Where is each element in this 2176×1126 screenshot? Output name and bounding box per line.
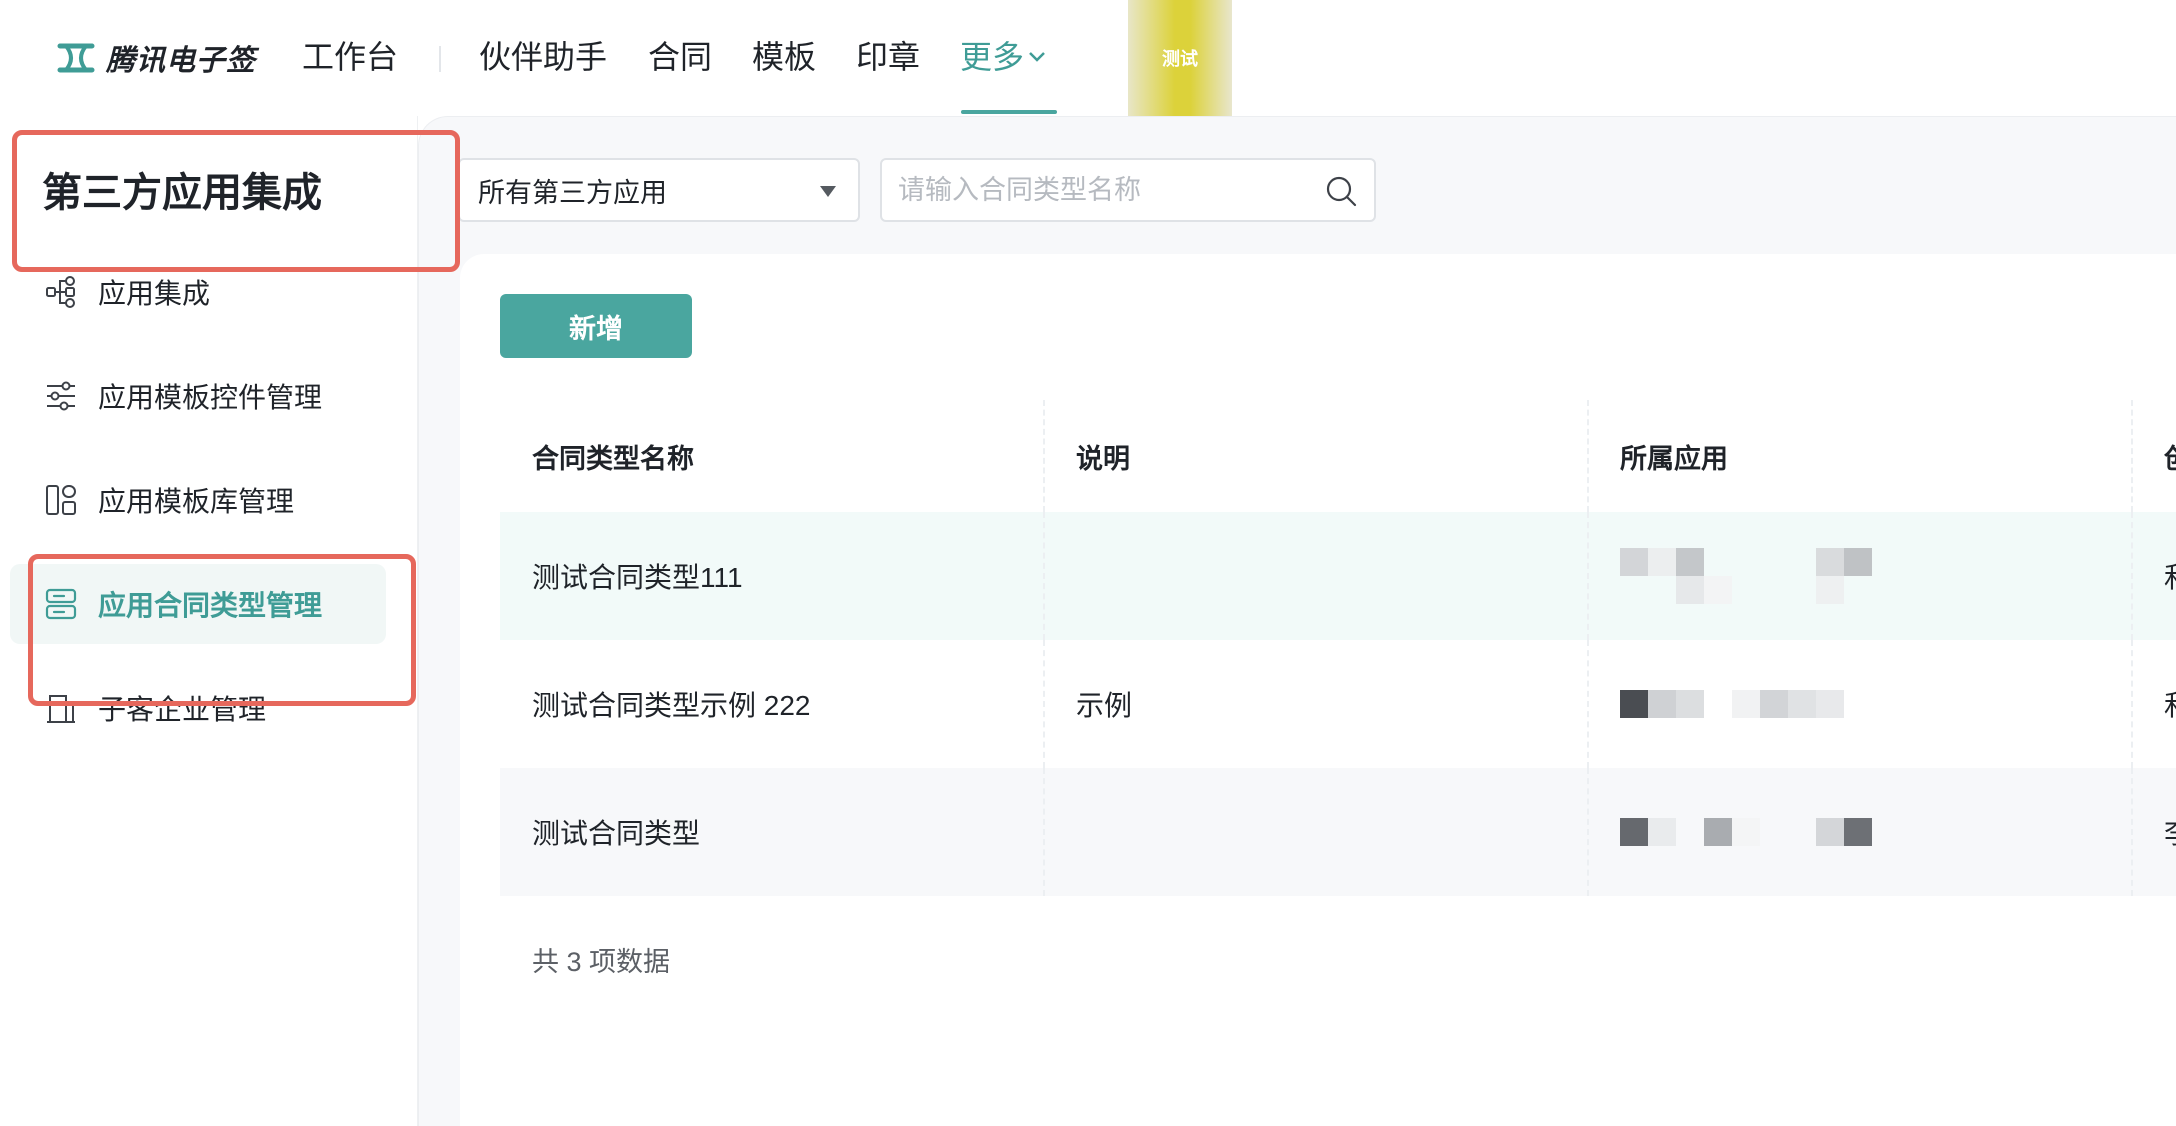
column-header-app: 所属应用 (1620, 443, 1728, 474)
cell-app (1620, 640, 2100, 768)
sidebar-item-template-controls[interactable]: 应用模板控件管理 (10, 356, 386, 436)
nav-item-partner-assistant[interactable]: 伙伴助手 (479, 34, 607, 80)
app-filter-value: 所有第三方应用 (478, 177, 667, 208)
column-header-name: 合同类型名称 (532, 443, 694, 474)
sidebar-item-contract-types[interactable]: 应用合同类型管理 (10, 564, 386, 644)
table-header: 合同类型名称 说明 所属应用 创 (500, 400, 2176, 512)
table-row[interactable]: 测试合同类型111 和 (500, 512, 2176, 640)
contract-type-search (880, 158, 1376, 222)
column-divider (2131, 640, 2133, 768)
column-divider (1043, 768, 1045, 896)
table-row[interactable]: 测试合同类型 李 (500, 768, 2176, 896)
column-divider (2131, 768, 2133, 896)
brand-logo-icon (57, 43, 95, 73)
column-divider (1043, 512, 1045, 640)
cell-name: 测试合同类型111 (532, 562, 743, 593)
cell-app (1620, 512, 2100, 640)
contract-type-icon (45, 588, 77, 620)
nav-separator (439, 46, 441, 72)
integration-icon (46, 276, 75, 308)
column-divider (1587, 512, 1589, 640)
column-divider (1587, 400, 1589, 512)
column-header-description: 说明 (1076, 443, 1130, 474)
nav-item-templates[interactable]: 模板 (752, 34, 816, 80)
sidebar: 第三方应用集成 应用集成 应用模板控件管理 应用模板库管理 应用合同类型管理 子… (0, 116, 418, 1126)
masked-app-name (1620, 676, 1880, 732)
nav-item-more[interactable]: 更多 (960, 34, 1046, 80)
building-icon (47, 695, 75, 723)
cell-description (1076, 512, 1576, 640)
cell-description: 示例 (1076, 690, 1133, 721)
column-header-creator: 创 (2164, 400, 2176, 512)
cell-creator: 和 (2164, 640, 2176, 768)
sidebar-item-label: 子客企业管理 (98, 694, 267, 725)
masked-app-name (1620, 548, 1880, 604)
nav-item-seals[interactable]: 印章 (856, 34, 920, 80)
top-navigation: 腾讯电子签 工作台 伙伴助手 合同 模板 印章 更多 测试 (0, 0, 2176, 116)
sidebar-item-sub-enterprises[interactable]: 子客企业管理 (10, 668, 386, 748)
column-divider (1043, 640, 1045, 768)
nav-active-indicator (961, 110, 1057, 114)
total-count: 共 3 项数据 (532, 947, 671, 977)
sidebar-item-label: 应用模板库管理 (98, 486, 295, 517)
column-divider (2131, 512, 2133, 640)
environment-badge: 测试 (1128, 0, 1232, 116)
caret-down-icon (820, 186, 836, 197)
template-library-icon (46, 485, 76, 515)
table-row[interactable]: 测试合同类型示例 222 示例 和 (500, 640, 2176, 768)
column-divider (2131, 400, 2133, 512)
sidebar-title: 第三方应用集成 (42, 171, 322, 215)
nav-item-workbench[interactable]: 工作台 (302, 34, 398, 80)
cell-creator: 和 (2164, 512, 2176, 640)
cell-name: 测试合同类型示例 222 (532, 690, 811, 721)
sliders-icon (47, 381, 75, 411)
nav-item-more-label: 更多 (960, 39, 1025, 75)
cell-app (1620, 768, 2100, 896)
sidebar-item-label: 应用集成 (98, 278, 211, 309)
cell-description (1076, 768, 1576, 896)
add-button[interactable]: 新增 (500, 294, 692, 358)
brand-name: 腾讯电子签 (106, 45, 257, 77)
cell-creator: 李 (2164, 768, 2176, 896)
column-divider (1043, 400, 1045, 512)
sidebar-item-label: 应用合同类型管理 (98, 590, 323, 621)
app-filter-select[interactable]: 所有第三方应用 (458, 158, 860, 222)
nav-item-contracts[interactable]: 合同 (648, 34, 712, 80)
column-divider (1587, 768, 1589, 896)
contract-type-table: 合同类型名称 说明 所属应用 创 测试合同类型111 和 测试合同类型示例 22… (500, 400, 2176, 896)
column-divider (1587, 640, 1589, 768)
sidebar-item-app-integration[interactable]: 应用集成 (10, 252, 386, 332)
brand[interactable]: 腾讯电子签 (56, 36, 256, 80)
chevron-down-icon (1029, 51, 1045, 62)
cell-name: 测试合同类型 (532, 818, 701, 849)
sidebar-item-template-library[interactable]: 应用模板库管理 (10, 460, 386, 540)
sidebar-item-label: 应用模板控件管理 (98, 382, 323, 413)
masked-app-name (1620, 804, 1880, 860)
search-icon[interactable] (1324, 174, 1358, 208)
search-input[interactable] (898, 160, 1318, 220)
